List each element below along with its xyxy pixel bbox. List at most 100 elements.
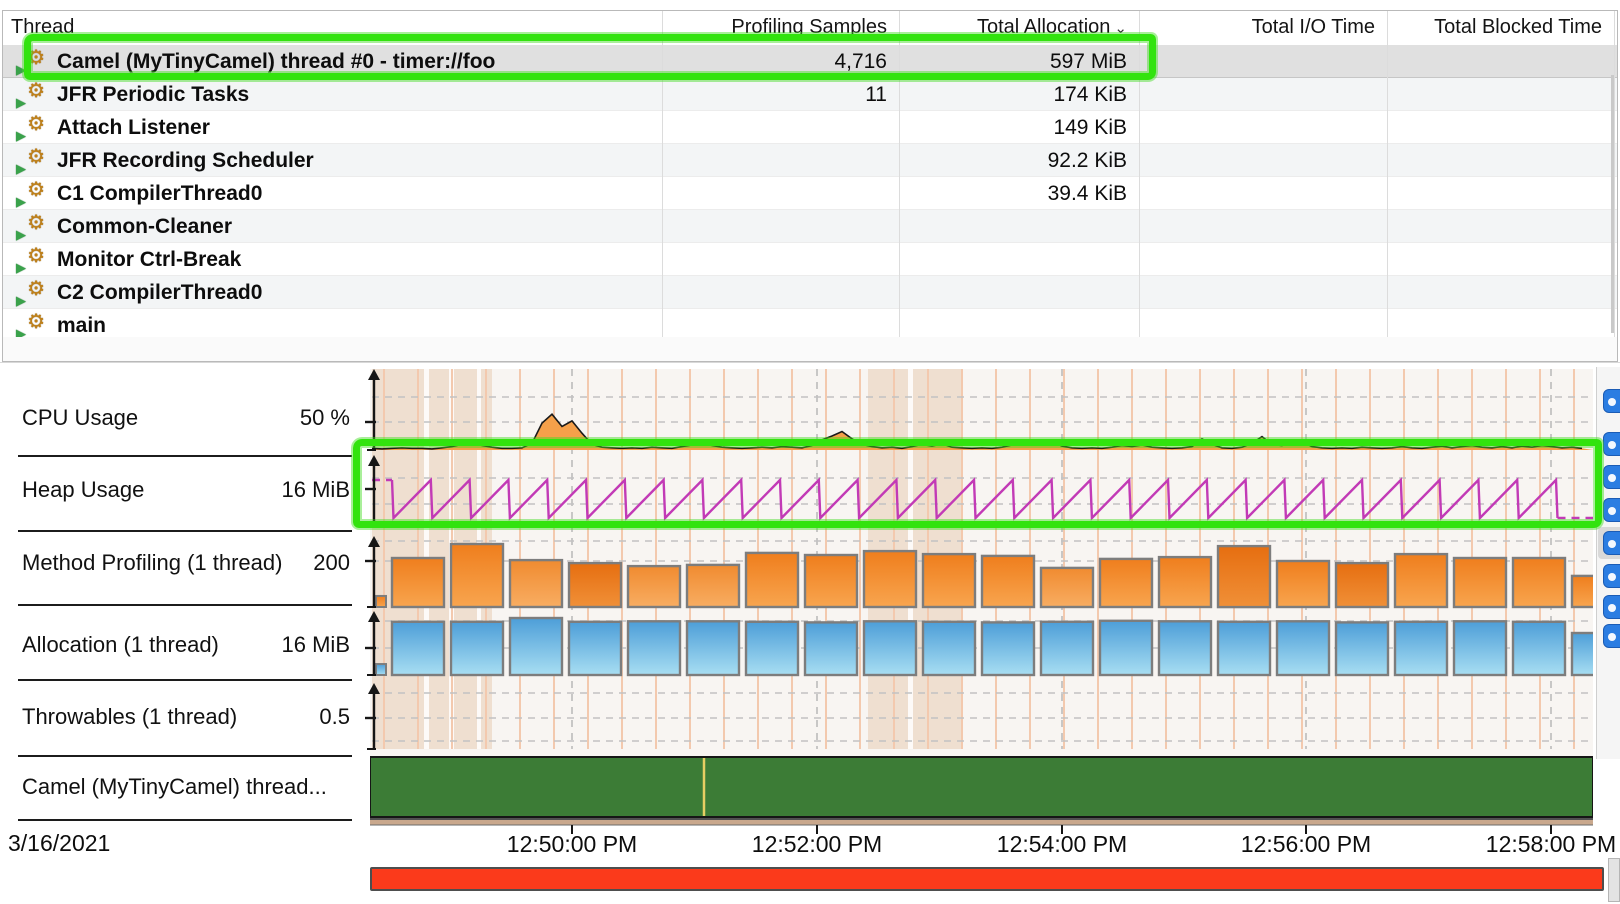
lane-separator	[18, 530, 352, 532]
lane-label-0: CPU Usage	[22, 405, 138, 431]
chart-toolbar-button-0[interactable]	[1603, 389, 1620, 413]
thread-name: Common-Cleaner	[3, 210, 662, 243]
annotation-heap-usage-lane	[353, 439, 1602, 528]
cell-total-blocked-time	[1395, 276, 1602, 309]
method-profiling-bar-6	[746, 553, 798, 607]
lane-axis-tick-label-2: 200	[313, 550, 350, 576]
lane-label-2: Method Profiling (1 thread)	[22, 550, 282, 576]
time-tick-label-0: 12:50:00 PM	[492, 831, 652, 858]
thread-row-5[interactable]: ⚙▶Common-Cleaner	[3, 210, 1617, 243]
chart-toolbar-button-6[interactable]	[1603, 595, 1620, 619]
cell-profiling-samples	[670, 210, 887, 243]
cell-total-blocked-time	[1395, 144, 1602, 177]
method-profiling-bar-8	[864, 551, 916, 607]
thread-row-4[interactable]: ⚙▶C1 CompilerThread039.4 KiB	[3, 177, 1617, 210]
method-profiling-bar-5	[687, 565, 739, 607]
thread-row-7[interactable]: ⚙▶C2 CompilerThread0	[3, 276, 1617, 309]
method-profiling-bar-9	[923, 554, 975, 607]
method-profiling-bar-0	[392, 558, 444, 607]
cell-total-i-o-time	[1147, 111, 1375, 144]
method-profiling-partial-bucket	[376, 596, 386, 607]
thread-row-1[interactable]: ⚙▶JFR Periodic Tasks11174 KiB	[3, 78, 1617, 111]
time-tick-label-1: 12:52:00 PM	[737, 831, 897, 858]
cell-total-blocked-time	[1395, 45, 1602, 78]
scroll-corner[interactable]	[1608, 858, 1620, 902]
thread-row-2[interactable]: ⚙▶Attach Listener149 KiB	[3, 111, 1617, 144]
allocation-bar-1	[451, 622, 503, 675]
allocation-bar-17	[1395, 622, 1447, 675]
cell-total-allocation: 92.2 KiB	[907, 144, 1127, 177]
time-range-selector[interactable]	[370, 867, 1604, 891]
date-label: 3/16/2021	[8, 830, 110, 857]
annotation-selected-thread-row	[24, 34, 1156, 80]
allocation-bar-14	[1218, 622, 1270, 675]
chart-toolbar-button-1[interactable]	[1603, 432, 1620, 456]
time-tick-label-2: 12:54:00 PM	[982, 831, 1142, 858]
cell-total-allocation	[907, 210, 1127, 243]
allocation-bar-3	[569, 622, 621, 675]
allocation-bar-16	[1336, 622, 1388, 675]
cell-total-allocation	[907, 309, 1127, 337]
method-profiling-bar-19	[1513, 558, 1565, 607]
method-profiling-bar-13	[1159, 557, 1211, 607]
method-profiling-bar-14	[1218, 546, 1270, 607]
time-tick-label-4: 12:58:00 PM	[1471, 831, 1620, 858]
cell-profiling-samples	[670, 276, 887, 309]
method-profiling-bar-1	[451, 544, 503, 607]
chart-toolbar-button-4[interactable]	[1603, 531, 1620, 555]
column-header-total-blocked-time[interactable]: Total Blocked Time	[1395, 11, 1602, 45]
chart-toolbar-button-3[interactable]	[1603, 498, 1620, 522]
cell-total-i-o-time	[1147, 45, 1375, 78]
lane-label-5: Camel (MyTinyCamel) thread...	[22, 774, 327, 800]
thread-activity-band[interactable]	[370, 757, 1593, 817]
chart-toolbar-button-2[interactable]	[1603, 465, 1620, 489]
cell-profiling-samples: 11	[670, 78, 887, 111]
lane-label-4: Throwables (1 thread)	[22, 704, 237, 730]
allocation-bar-6	[746, 622, 798, 675]
thread-name: Monitor Ctrl-Break	[3, 243, 662, 276]
column-separator	[1614, 11, 1615, 337]
thread-row-6[interactable]: ⚙▶Monitor Ctrl-Break	[3, 243, 1617, 276]
time-axis-strip	[370, 820, 1593, 825]
thread-name: Attach Listener	[3, 111, 662, 144]
thread-name: JFR Recording Scheduler	[3, 144, 662, 177]
lane-axis-tick-label-4: 0.5	[319, 704, 350, 730]
column-header-total-i-o-time[interactable]: Total I/O Time	[1147, 11, 1375, 45]
method-profiling-bar-10	[982, 556, 1034, 607]
cell-profiling-samples	[670, 111, 887, 144]
method-profiling-bar-3	[569, 563, 621, 607]
cell-total-blocked-time	[1395, 309, 1602, 337]
cell-total-blocked-time	[1395, 177, 1602, 210]
lane-axis-tick-label-3: 16 MiB	[282, 632, 350, 658]
thread-row-3[interactable]: ⚙▶JFR Recording Scheduler92.2 KiB	[3, 144, 1617, 177]
table-hscroll-track[interactable]	[3, 337, 1617, 362]
chart-toolbar-button-5[interactable]	[1603, 564, 1620, 588]
allocation-bar-8	[864, 621, 916, 675]
cell-total-i-o-time	[1147, 309, 1375, 337]
allocation-bar-9	[923, 622, 975, 675]
column-header-label: Total Blocked Time	[1434, 16, 1602, 38]
allocation-bar-7	[805, 622, 857, 675]
column-header-label: Total I/O Time	[1252, 16, 1375, 38]
cell-profiling-samples	[670, 309, 887, 337]
allocation-bar-15	[1277, 621, 1329, 675]
thread-name: main	[3, 309, 662, 337]
method-profiling-bar-17	[1395, 554, 1447, 607]
thread-name: JFR Periodic Tasks	[3, 78, 662, 111]
allocation-bar-19	[1513, 622, 1565, 675]
lane-label-1: Heap Usage	[22, 477, 144, 503]
lane-label-3: Allocation (1 thread)	[22, 632, 219, 658]
cell-total-i-o-time	[1147, 144, 1375, 177]
method-profiling-bar-7	[805, 555, 857, 607]
lane-separator	[18, 755, 352, 757]
thread-table-body: ⚙▶Camel (MyTinyCamel) thread #0 - timer:…	[3, 45, 1617, 337]
lane-separator	[18, 604, 352, 606]
lane-axis-tick-label-0: 50 %	[300, 405, 350, 431]
method-profiling-bar-18	[1454, 558, 1506, 607]
cell-total-i-o-time	[1147, 243, 1375, 276]
method-profiling-bar-12	[1100, 559, 1152, 607]
thread-name: C1 CompilerThread0	[3, 177, 662, 210]
jfr-profiler-window: ThreadProfiling SamplesTotal Allocation⌄…	[0, 0, 1620, 904]
thread-row-8[interactable]: ⚙▶main	[3, 309, 1617, 337]
chart-toolbar-button-7[interactable]	[1603, 624, 1620, 648]
